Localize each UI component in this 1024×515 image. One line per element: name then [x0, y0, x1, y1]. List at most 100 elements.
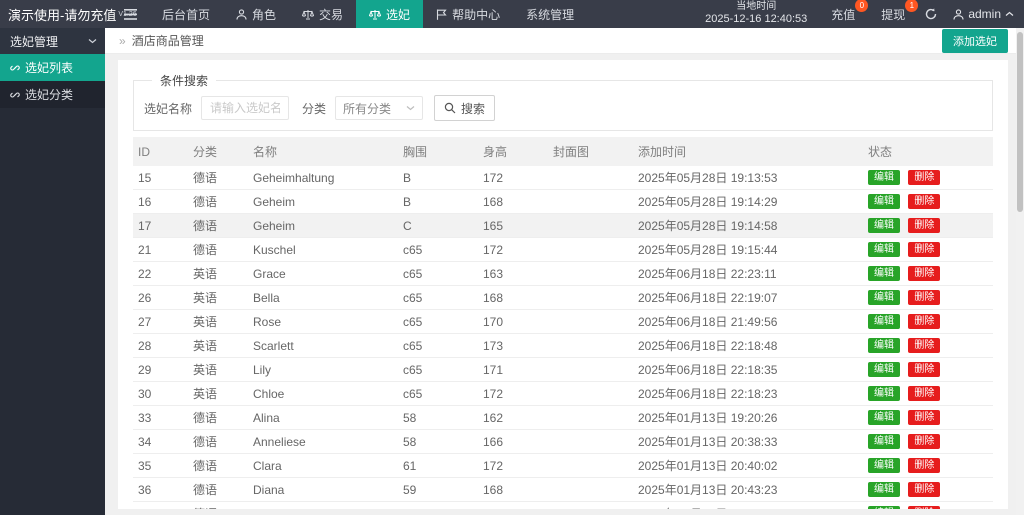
- edit-button[interactable]: 编辑: [868, 458, 900, 473]
- name-input[interactable]: [201, 96, 289, 120]
- main-content: » 酒店商品管理 添加选妃 条件搜索 选妃名称 分类 所有分类: [105, 28, 1024, 515]
- cell-id: 16: [133, 190, 193, 214]
- edit-button[interactable]: 编辑: [868, 266, 900, 281]
- category-select-value: 所有分类: [343, 100, 391, 117]
- col-header-bust: 胸围: [403, 137, 483, 166]
- delete-button[interactable]: 删除: [908, 290, 940, 305]
- edit-button[interactable]: 编辑: [868, 194, 900, 209]
- sidebar-item-consort-list[interactable]: 选妃列表: [0, 54, 105, 81]
- edit-button[interactable]: 编辑: [868, 218, 900, 233]
- delete-button[interactable]: 删除: [908, 506, 940, 509]
- table-row: 26 英语 Bella c65 168 2025年06月18日 22:19:07…: [133, 286, 993, 310]
- cell-bust: c65: [403, 334, 483, 358]
- cell-bust: c65: [403, 238, 483, 262]
- col-header-height: 身高: [483, 137, 553, 166]
- cell-name: Clara: [253, 454, 403, 478]
- cell-bust: C: [403, 214, 483, 238]
- cell-added-time: 2025年01月13日 20:43:23: [638, 478, 868, 502]
- edit-button[interactable]: 编辑: [868, 482, 900, 497]
- withdraw-link[interactable]: 提现 1: [881, 6, 905, 23]
- refresh-button[interactable]: [925, 8, 937, 20]
- edit-button[interactable]: 编辑: [868, 170, 900, 185]
- cell-category: 英语: [193, 358, 253, 382]
- table-row: 28 英语 Scarlett c65 173 2025年06月18日 22:18…: [133, 334, 993, 358]
- delete-button[interactable]: 删除: [908, 170, 940, 185]
- table-row: 21 德语 Kuschel c65 172 2025年05月28日 19:15:…: [133, 238, 993, 262]
- cell-status: 编辑 删除: [868, 454, 993, 478]
- main-nav: 后台首页 角色 交易 选妃 帮助中心 系统管理: [149, 0, 587, 28]
- table-row: 33 德语 Alina 58 162 2025年01月13日 19:20:26 …: [133, 406, 993, 430]
- edit-button[interactable]: 编辑: [868, 386, 900, 401]
- delete-button[interactable]: 删除: [908, 482, 940, 497]
- cell-category: 德语: [193, 406, 253, 430]
- vertical-scrollbar[interactable]: [1016, 28, 1024, 515]
- delete-button[interactable]: 删除: [908, 458, 940, 473]
- recharge-link[interactable]: 充值 0: [831, 6, 855, 23]
- user-menu[interactable]: admin: [953, 7, 1014, 21]
- delete-button[interactable]: 删除: [908, 242, 940, 257]
- edit-button[interactable]: 编辑: [868, 314, 900, 329]
- hamburger-menu-icon[interactable]: [112, 0, 149, 28]
- cell-status: 编辑 删除: [868, 406, 993, 430]
- delete-button[interactable]: 删除: [908, 362, 940, 377]
- nav-item-help[interactable]: 帮助中心: [423, 0, 513, 28]
- category-select[interactable]: 所有分类: [335, 96, 423, 120]
- nav-item-system[interactable]: 系统管理: [513, 0, 587, 28]
- edit-button[interactable]: 编辑: [868, 410, 900, 425]
- cell-status: 编辑 删除: [868, 286, 993, 310]
- sidebar-item-consort-category[interactable]: 选妃分类: [0, 81, 105, 108]
- nav-item-trade[interactable]: 交易: [289, 0, 356, 28]
- cell-added-time: 2025年05月28日 19:15:44: [638, 238, 868, 262]
- scrollbar-thumb[interactable]: [1017, 32, 1023, 212]
- cell-cover-image: [553, 190, 638, 214]
- cell-name: Grace: [253, 262, 403, 286]
- delete-button[interactable]: 删除: [908, 410, 940, 425]
- table-row: 22 英语 Grace c65 163 2025年06月18日 22:23:11…: [133, 262, 993, 286]
- delete-button[interactable]: 删除: [908, 194, 940, 209]
- nav-item-consort[interactable]: 选妃: [356, 0, 423, 28]
- cell-height: 166: [483, 502, 553, 510]
- cell-category: 德语: [193, 214, 253, 238]
- cell-name: Diana: [253, 478, 403, 502]
- cell-bust: 58: [403, 430, 483, 454]
- cell-category: 德语: [193, 190, 253, 214]
- cell-height: 163: [483, 262, 553, 286]
- table-row: 36 德语 Diana 59 168 2025年01月13日 20:43:23 …: [133, 478, 993, 502]
- cell-added-time: 2025年06月18日 22:18:35: [638, 358, 868, 382]
- cell-category: 英语: [193, 382, 253, 406]
- cell-cover-image: [553, 334, 638, 358]
- table-row: 35 德语 Clara 61 172 2025年01月13日 20:40:02 …: [133, 454, 993, 478]
- cell-bust: c65: [403, 262, 483, 286]
- nav-item-roles[interactable]: 角色: [223, 0, 289, 28]
- edit-button[interactable]: 编辑: [868, 506, 900, 509]
- edit-button[interactable]: 编辑: [868, 434, 900, 449]
- delete-button[interactable]: 删除: [908, 218, 940, 233]
- chevron-down-icon: [88, 38, 97, 44]
- edit-button[interactable]: 编辑: [868, 290, 900, 305]
- cell-id: 15: [133, 166, 193, 190]
- cell-height: 172: [483, 454, 553, 478]
- cell-bust: B: [403, 166, 483, 190]
- add-consort-button[interactable]: 添加选妃: [942, 29, 1008, 53]
- search-button[interactable]: 搜索: [434, 95, 495, 121]
- edit-button[interactable]: 编辑: [868, 362, 900, 377]
- delete-button[interactable]: 删除: [908, 266, 940, 281]
- edit-button[interactable]: 编辑: [868, 338, 900, 353]
- edit-button[interactable]: 编辑: [868, 242, 900, 257]
- cell-status: 编辑 删除: [868, 262, 993, 286]
- delete-button[interactable]: 删除: [908, 338, 940, 353]
- nav-item-home[interactable]: 后台首页: [149, 0, 223, 28]
- cell-bust: c65: [403, 358, 483, 382]
- cell-added-time: 2025年01月13日 19:20:26: [638, 406, 868, 430]
- delete-button[interactable]: 删除: [908, 314, 940, 329]
- cell-height: 168: [483, 286, 553, 310]
- cell-id: 17: [133, 214, 193, 238]
- cell-bust: 59: [403, 478, 483, 502]
- topbar-right: 当地时间 2025-12-16 12:40:53 充值 0 提现 1 admin: [705, 0, 1024, 28]
- sidebar-group-consort-mgmt[interactable]: 选妃管理: [0, 28, 105, 54]
- delete-button[interactable]: 删除: [908, 434, 940, 449]
- link-icon: [10, 90, 20, 100]
- cell-height: 168: [483, 190, 553, 214]
- table-body: 15 德语 Geheimhaltung B 172 2025年05月28日 19…: [133, 166, 993, 509]
- delete-button[interactable]: 删除: [908, 386, 940, 401]
